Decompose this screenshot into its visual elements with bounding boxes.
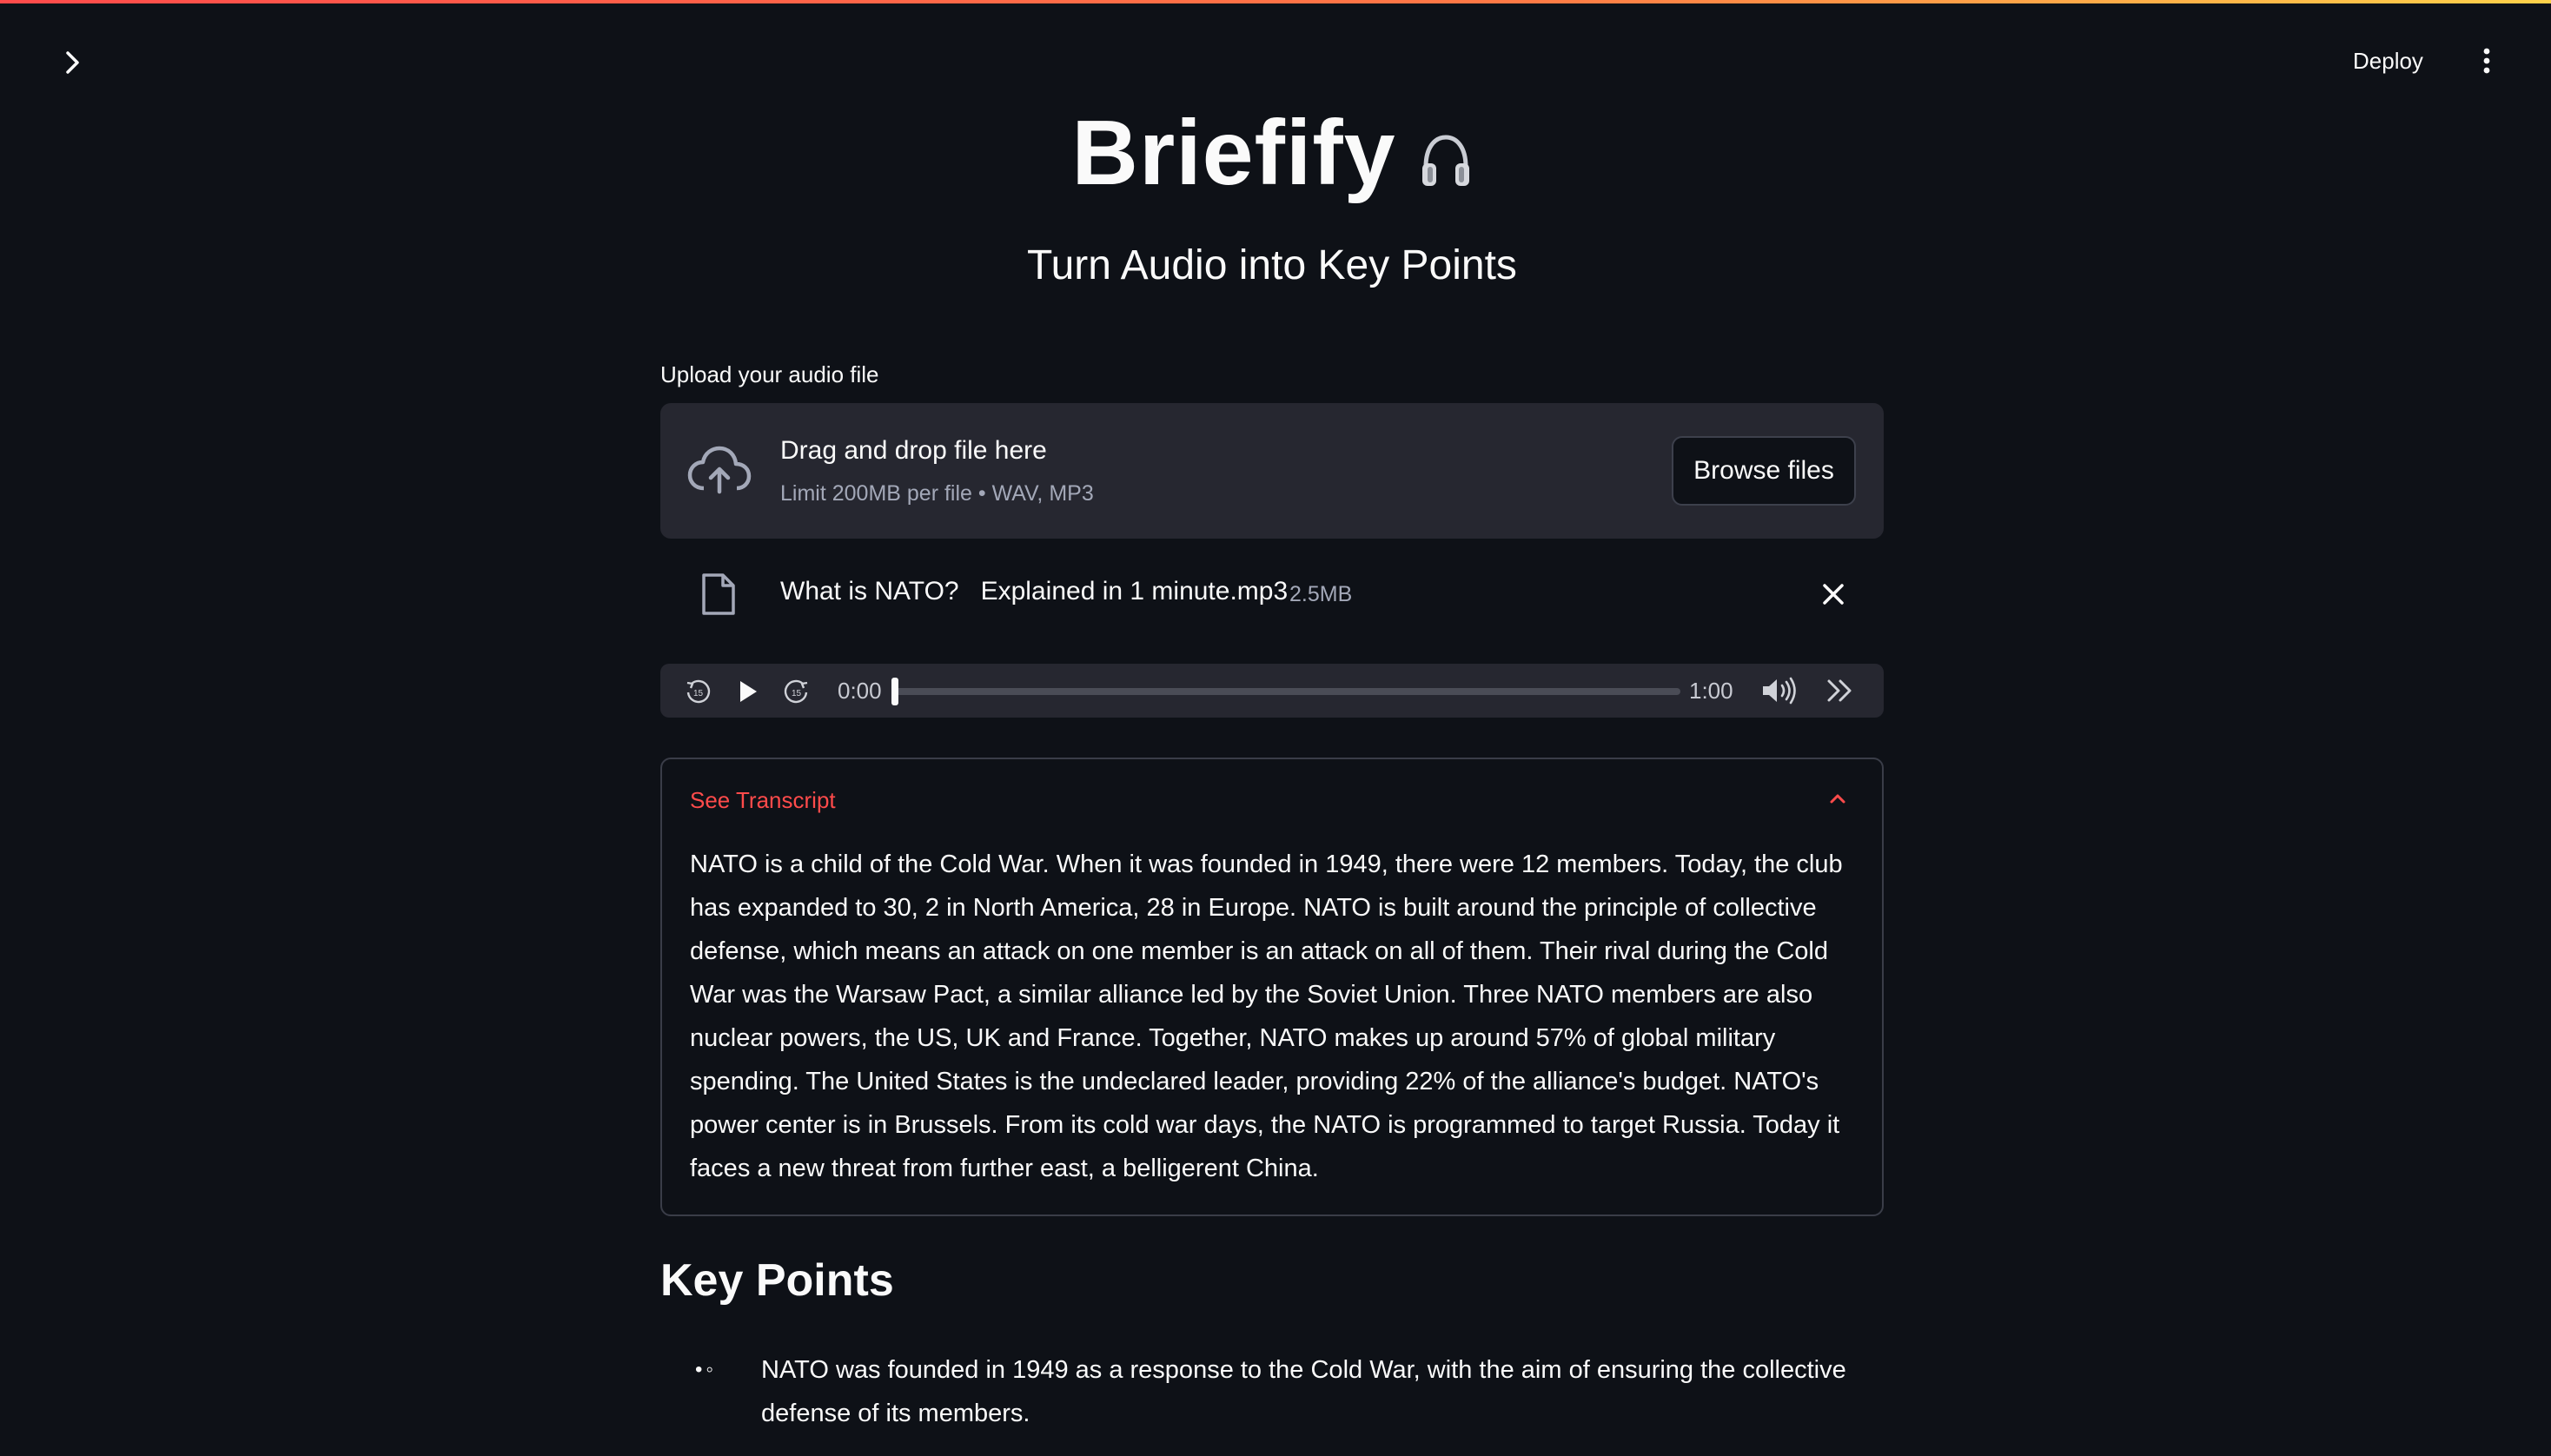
app-page: Deploy Briefify Turn Audio into Key Poin… <box>0 0 2551 1456</box>
current-time: 0:00 <box>838 678 882 704</box>
cloud-upload-icon <box>687 446 752 494</box>
rewind-15-button[interactable]: 15 <box>683 677 712 706</box>
uploaded-file-name: What is NATO? Explained in 1 minute.mp3 <box>780 577 1289 606</box>
dropzone-instructions: Drag and drop file here <box>780 436 1047 465</box>
upload-label: Upload your audio file <box>660 361 879 387</box>
title-row: Briefify <box>660 94 1884 212</box>
seek-bar[interactable] <box>895 688 1680 695</box>
key-points-list: •◦ NATO was founded in 1949 as a respons… <box>695 1348 1884 1435</box>
forward-15-icon: 15 <box>784 679 808 704</box>
rewind-15-icon: 15 <box>686 679 711 704</box>
file-icon <box>702 573 735 615</box>
transcript-text: NATO is a child of the Cold War. When it… <box>690 850 1843 1182</box>
transcript-expander: See Transcript NATO is a child of the Co… <box>660 758 1884 1216</box>
page-title: Briefify <box>1071 102 1396 204</box>
uploaded-file-size: 2.5MB <box>1289 582 1353 606</box>
volume-button[interactable] <box>1760 674 1799 707</box>
main-menu-button[interactable] <box>2469 40 2504 82</box>
top-decoration-bar <box>0 0 2551 3</box>
volume-icon <box>1763 677 1796 705</box>
svg-text:15: 15 <box>693 689 704 698</box>
forward-15-button[interactable]: 15 <box>782 677 812 706</box>
audio-player: 15 15 0:00 1:00 <box>660 664 1884 718</box>
list-item: •◦ NATO was founded in 1949 as a respons… <box>695 1348 1884 1435</box>
file-dropzone[interactable]: Drag and drop file here Limit 200MB per … <box>660 403 1884 539</box>
transcript-toggle[interactable]: See Transcript <box>690 787 836 814</box>
bullet-marker: •◦ <box>695 1358 717 1381</box>
uploaded-file-row: What is NATO? Explained in 1 minute.mp3 … <box>660 565 1884 622</box>
close-icon <box>1823 584 1844 605</box>
browse-files-button[interactable]: Browse files <box>1672 436 1856 506</box>
chevron-right-icon <box>66 51 79 74</box>
play-icon <box>740 681 757 702</box>
seek-thumb[interactable] <box>891 678 898 705</box>
headphones-icon <box>1421 135 1469 186</box>
key-points-heading: Key Points <box>660 1255 894 1306</box>
sidebar-expand-button[interactable] <box>54 43 92 82</box>
deploy-button[interactable]: Deploy <box>2353 40 2423 82</box>
playback-speed-button[interactable] <box>1823 676 1858 705</box>
chevron-up-icon[interactable] <box>1825 785 1851 811</box>
dropzone-limit-text: Limit 200MB per file • WAV, MP3 <box>780 481 1094 506</box>
key-point-text: NATO was founded in 1949 as a response t… <box>761 1356 1846 1427</box>
svg-text:15: 15 <box>792 689 802 698</box>
play-button[interactable] <box>733 677 763 706</box>
kebab-menu-icon <box>2483 48 2490 74</box>
double-chevron-right-icon <box>1827 679 1852 702</box>
remove-file-button[interactable] <box>1816 577 1851 612</box>
page-subtitle: Turn Audio into Key Points <box>1027 242 1517 288</box>
duration-time: 1:00 <box>1689 678 1733 704</box>
